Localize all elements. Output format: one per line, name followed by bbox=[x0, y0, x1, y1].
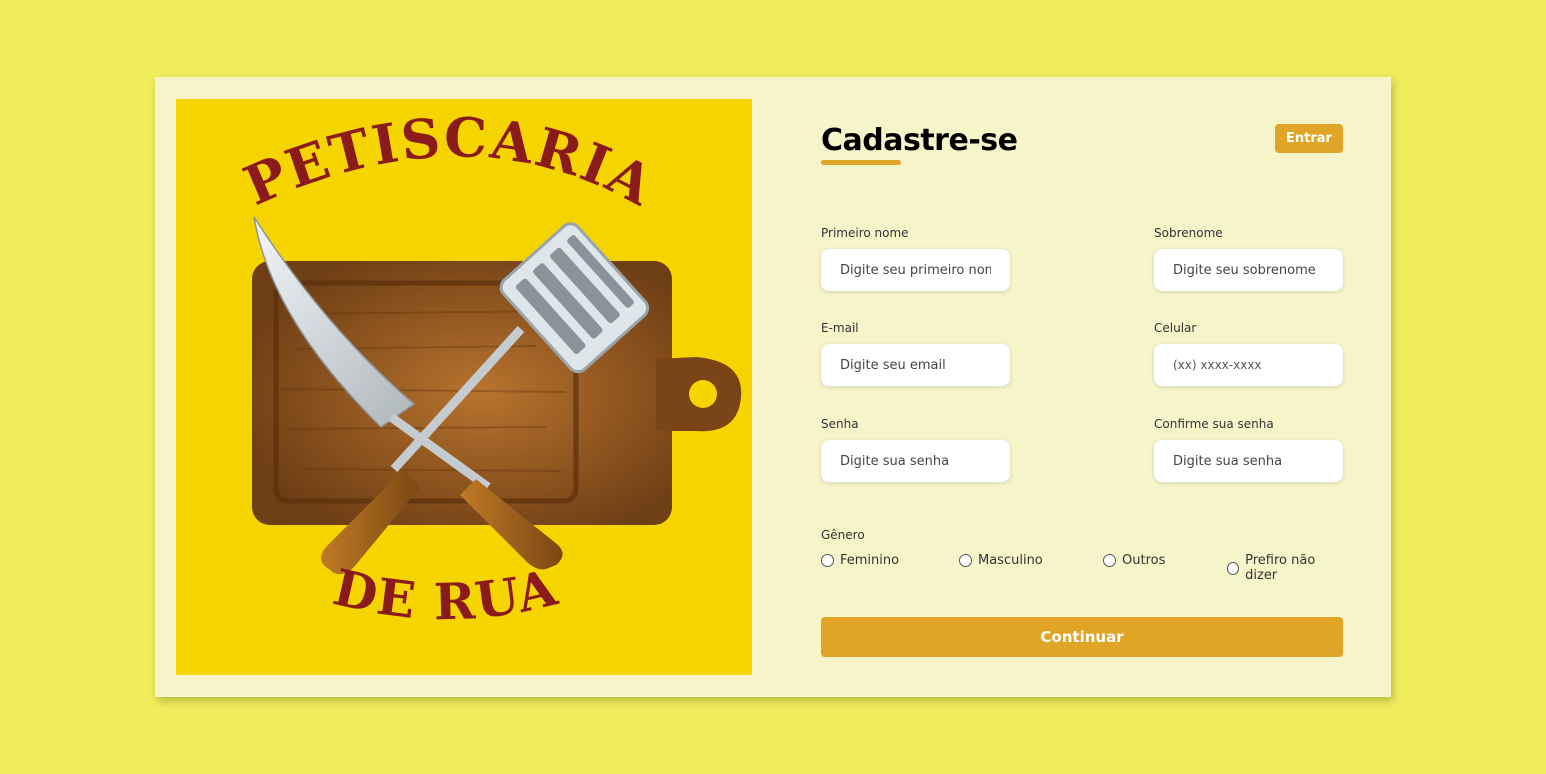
phone-input[interactable] bbox=[1154, 344, 1343, 386]
gender-option-masculino[interactable]: Masculino bbox=[959, 553, 1043, 568]
first-name-field: Primeiro nome bbox=[821, 226, 1010, 291]
logo-title-top: PETISCARIA bbox=[235, 105, 665, 218]
radio-icon[interactable] bbox=[821, 554, 834, 567]
email-label: E-mail bbox=[821, 321, 859, 335]
gender-option-feminino[interactable]: Feminino bbox=[821, 553, 899, 568]
gender-label: Gênero bbox=[821, 528, 865, 542]
login-button[interactable]: Entrar bbox=[1275, 124, 1343, 153]
password-input[interactable] bbox=[821, 440, 1010, 482]
gender-option-label: Masculino bbox=[978, 553, 1043, 568]
email-field: E-mail bbox=[821, 321, 1010, 386]
gender-option-outros[interactable]: Outros bbox=[1103, 553, 1165, 568]
title-underline bbox=[821, 160, 901, 165]
last-name-field: Sobrenome bbox=[1154, 226, 1343, 291]
phone-label: Celular bbox=[1154, 321, 1197, 335]
radio-icon[interactable] bbox=[959, 554, 972, 567]
confirm-password-input[interactable] bbox=[1154, 440, 1343, 482]
last-name-label: Sobrenome bbox=[1154, 226, 1223, 240]
gender-option-label: Feminino bbox=[840, 553, 900, 568]
cutting-board-icon bbox=[252, 261, 742, 525]
page-title: Cadastre-se bbox=[821, 123, 1018, 158]
radio-icon[interactable] bbox=[1227, 561, 1240, 575]
signup-form: Cadastre-se Entrar Primeiro nome Sobreno… bbox=[821, 77, 1343, 697]
first-name-input[interactable] bbox=[821, 249, 1010, 291]
confirm-password-label: Confirme sua senha bbox=[1154, 417, 1274, 431]
logo-image: PETISCARIA DE RUA bbox=[176, 99, 752, 675]
gender-option-label: Outros bbox=[1122, 553, 1166, 568]
signup-card: PETISCARIA DE RUA Cadastre-se Entrar Pri… bbox=[155, 77, 1391, 697]
password-field: Senha bbox=[821, 417, 1010, 482]
radio-icon[interactable] bbox=[1103, 554, 1116, 567]
first-name-label: Primeiro nome bbox=[821, 226, 909, 240]
confirm-password-field: Confirme sua senha bbox=[1154, 417, 1343, 482]
phone-field: Celular bbox=[1154, 321, 1343, 386]
logo-title-bottom: DE RUA bbox=[328, 557, 564, 631]
email-input[interactable] bbox=[821, 344, 1010, 386]
last-name-input[interactable] bbox=[1154, 249, 1343, 291]
gender-option-prefiro-nao-dizer[interactable]: Prefiro não dizer bbox=[1227, 553, 1343, 583]
password-label: Senha bbox=[821, 417, 859, 431]
gender-option-label: Prefiro não dizer bbox=[1245, 553, 1316, 583]
petiscaria-logo: PETISCARIA DE RUA bbox=[235, 105, 742, 631]
continue-button[interactable]: Continuar bbox=[821, 617, 1343, 657]
